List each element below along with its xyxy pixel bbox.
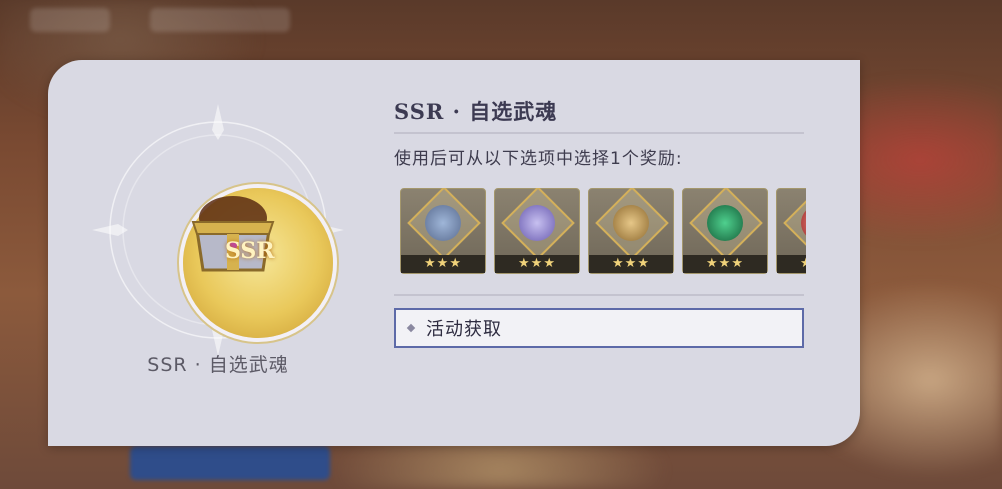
reward-option-card[interactable]: ★★★ xyxy=(494,188,580,274)
reward-option-card[interactable]: ★★★ xyxy=(588,188,674,274)
diamond-bullet-icon xyxy=(406,323,416,333)
divider xyxy=(394,294,804,296)
star-rating: ★★★ xyxy=(495,255,579,273)
reward-option-card[interactable]: ★★★ xyxy=(682,188,768,274)
weapon-soul-icon xyxy=(425,205,461,241)
weapon-soul-icon xyxy=(613,205,649,241)
star-rating: ★★★ xyxy=(683,255,767,273)
background-tab xyxy=(30,8,110,32)
background-tab xyxy=(150,8,290,32)
treasure-chest-icon xyxy=(191,196,275,272)
reward-option-card[interactable]: ★★★ xyxy=(776,188,806,274)
reward-option-card[interactable]: ★★★ xyxy=(400,188,486,274)
weapon-soul-icon xyxy=(519,205,555,241)
item-medallion: SSR xyxy=(183,188,333,338)
acquisition-source-button[interactable]: 活动获取 xyxy=(394,308,804,348)
star-rating: ★★★ xyxy=(777,255,806,273)
item-emblem: SSR xyxy=(88,100,348,360)
star-rating: ★★★ xyxy=(401,255,485,273)
item-detail-panel: SSR SSR · 自选武魂 SSR · 自选武魂 使用后可从以下选项中选择1个… xyxy=(48,60,860,446)
item-title: SSR · 自选武魂 xyxy=(394,99,558,124)
acquisition-source-label: 活动获取 xyxy=(426,319,502,340)
item-description: 使用后可从以下选项中选择1个奖励: xyxy=(394,149,683,169)
star-rating: ★★★ xyxy=(589,255,673,273)
weapon-soul-icon xyxy=(707,205,743,241)
item-name-label: SSR · 自选武魂 xyxy=(147,354,289,376)
reward-options-list[interactable]: ★★★ ★★★ ★★★ ★★★ ★★★ xyxy=(400,188,806,274)
background-button xyxy=(130,446,330,480)
ssr-badge: SSR xyxy=(225,238,275,264)
divider xyxy=(394,132,804,134)
